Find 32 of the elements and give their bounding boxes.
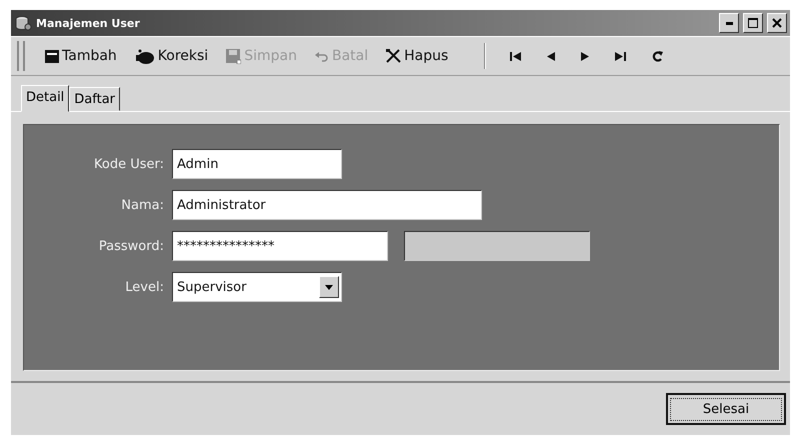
field-label: Kode User:: [93, 156, 164, 172]
first-record-icon: [510, 52, 522, 60]
database-icon: [14, 15, 32, 31]
maximize-icon: [748, 18, 758, 28]
last-record-icon: [615, 52, 626, 60]
field-label: Password:: [98, 238, 164, 254]
toolbar-button[interactable]: Hapus: [380, 46, 454, 66]
toolbar-grip: [17, 41, 25, 71]
password-field[interactable]: ***************: [172, 231, 388, 261]
field-label: Level:: [124, 280, 164, 294]
minimize-icon: [726, 22, 732, 24]
tab[interactable]: Daftar: [69, 87, 120, 111]
document-icon: [45, 50, 59, 62]
input-field[interactable]: Admin: [172, 149, 342, 179]
input-field[interactable]: Administrator: [172, 190, 482, 220]
next-icon: [581, 52, 590, 60]
bug-icon: [134, 48, 155, 64]
close-icon: [772, 18, 782, 28]
close-button[interactable]: [767, 13, 787, 33]
refresh-icon: [652, 50, 664, 62]
field-label: Nama:: [120, 198, 164, 212]
tab[interactable]: Detail: [21, 85, 70, 112]
maximize-button[interactable]: [743, 13, 763, 33]
window-title: Manajemen User: [36, 16, 140, 30]
minimize-button[interactable]: [719, 13, 739, 33]
finish-button[interactable]: Selesai: [666, 393, 786, 425]
level-dropdown[interactable]: Supervisor: [172, 272, 342, 302]
toolbar-button[interactable]: Koreksi: [128, 46, 214, 66]
undo-icon: [314, 50, 329, 62]
tools-icon: [386, 49, 402, 63]
toolbar-button[interactable]: Tambah: [39, 46, 123, 66]
previous-icon: [547, 52, 556, 60]
